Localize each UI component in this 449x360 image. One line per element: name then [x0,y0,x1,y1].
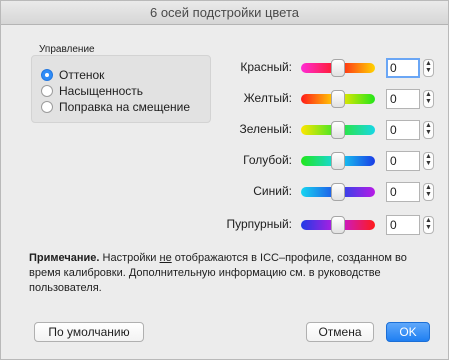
chevron-up-icon[interactable]: ▲ [424,60,433,67]
axis-label: Красный: [240,60,292,74]
axis-slider[interactable] [301,183,375,201]
stepper-control[interactable]: ▲ ▼ [423,152,434,170]
axis-value-field[interactable]: 0 [386,215,420,235]
axis-label: Зеленый: [239,122,293,136]
stepper-control[interactable]: ▲ ▼ [423,183,434,201]
axis-value-field[interactable]: 0 [386,151,420,171]
stepper-control[interactable]: ▲ ▼ [423,216,434,234]
axis-slider[interactable] [301,90,375,108]
axis-label: Голубой: [243,153,292,167]
axis-row-blue: Синий: 0 ▲ ▼ [1,177,449,207]
chevron-up-icon[interactable]: ▲ [424,184,433,191]
window-title: 6 осей подстройки цвета [1,1,448,25]
axis-row-magenta: Пурпурный: 0 ▲ ▼ [1,210,449,240]
axis-slider[interactable] [301,216,375,234]
note-heading: Примечание. [29,252,100,264]
axis-slider[interactable] [301,59,375,77]
axis-row-cyan: Голубой: 0 ▲ ▼ [1,146,449,176]
chevron-up-icon[interactable]: ▲ [424,122,433,129]
axis-label: Пурпурный: [226,217,293,231]
note-emphasis: не [159,252,172,264]
chevron-up-icon[interactable]: ▲ [424,217,433,224]
note-part-1: Настройки [99,252,160,264]
axis-row-green: Зеленый: 0 ▲ ▼ [1,115,449,145]
chevron-down-icon[interactable]: ▼ [424,67,433,74]
chevron-down-icon[interactable]: ▼ [424,191,433,198]
axis-slider[interactable] [301,152,375,170]
axis-value-field[interactable]: 0 [386,182,420,202]
axis-label: Синий: [253,184,292,198]
slider-thumb[interactable] [331,121,345,139]
slider-thumb[interactable] [331,216,345,234]
axis-row-yellow: Желтый: 0 ▲ ▼ [1,84,449,114]
stepper-control[interactable]: ▲ ▼ [423,59,434,77]
note-text: Примечание. Настройки не отображаются в … [29,251,434,296]
slider-thumb[interactable] [331,183,345,201]
chevron-down-icon[interactable]: ▼ [424,129,433,136]
axis-value-field[interactable]: 0 [386,89,420,109]
slider-thumb[interactable] [331,152,345,170]
chevron-down-icon[interactable]: ▼ [424,160,433,167]
defaults-button[interactable]: По умолчанию [34,322,144,342]
ok-button[interactable]: OK [386,322,430,342]
chevron-up-icon[interactable]: ▲ [424,153,433,160]
axis-row-red: Красный: 0 ▲ ▼ [1,53,449,83]
axis-value-field[interactable]: 0 [386,58,420,78]
chevron-up-icon[interactable]: ▲ [424,91,433,98]
slider-thumb[interactable] [331,59,345,77]
slider-thumb[interactable] [331,90,345,108]
cancel-button[interactable]: Отмена [306,322,374,342]
axis-label: Желтый: [243,91,292,105]
dialog-window: 6 осей подстройки цвета Управление Оттен… [0,0,449,360]
axis-slider[interactable] [301,121,375,139]
chevron-down-icon[interactable]: ▼ [424,224,433,231]
chevron-down-icon[interactable]: ▼ [424,98,433,105]
stepper-control[interactable]: ▲ ▼ [423,121,434,139]
stepper-control[interactable]: ▲ ▼ [423,90,434,108]
axis-value-field[interactable]: 0 [386,120,420,140]
